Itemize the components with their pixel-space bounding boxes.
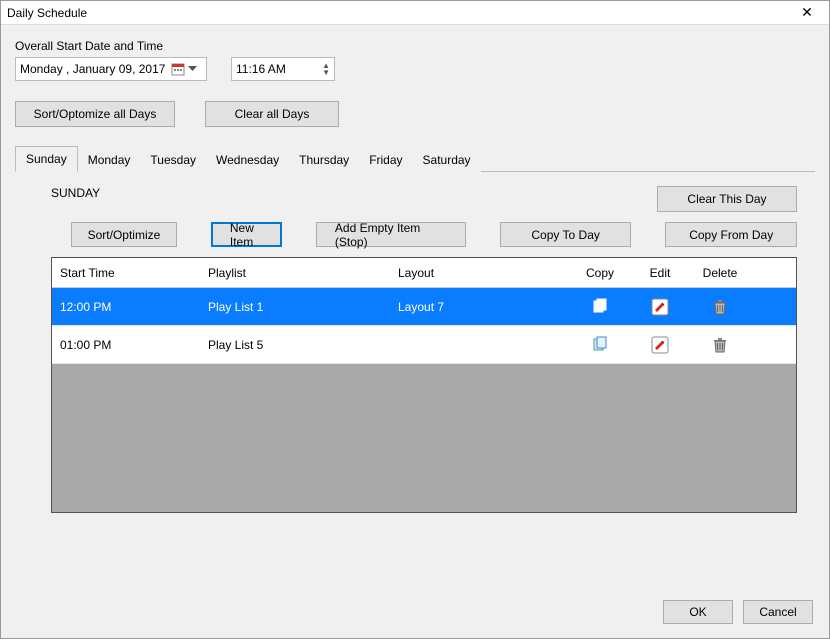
calendar-icon: [170, 61, 186, 77]
tab-tuesday[interactable]: Tuesday: [140, 148, 206, 172]
col-edit: Edit: [630, 258, 690, 287]
cell-playlist: Play List 5: [200, 326, 390, 363]
delete-icon[interactable]: [690, 326, 750, 363]
window-title: Daily Schedule: [7, 6, 791, 20]
day-tabs: SundayMondayTuesdayWednesdayThursdayFrid…: [15, 145, 815, 172]
cell-playlist: Play List 1: [200, 288, 390, 325]
tab-wednesday[interactable]: Wednesday: [206, 148, 289, 172]
tab-thursday[interactable]: Thursday: [289, 148, 359, 172]
edit-icon[interactable]: [630, 288, 690, 325]
clear-this-day-button[interactable]: Clear This Day: [657, 186, 797, 212]
edit-icon[interactable]: [630, 326, 690, 363]
cell-layout: [390, 326, 570, 363]
tab-saturday[interactable]: Saturday: [413, 148, 481, 172]
spinner-icon: ▲▼: [322, 62, 330, 76]
overall-row: Monday , January 09, 2017 11:16 AM ▲▼: [15, 57, 815, 81]
cancel-button[interactable]: Cancel: [743, 600, 813, 624]
date-value: Monday , January 09, 2017: [20, 62, 165, 76]
cell-layout: Layout 7: [390, 288, 570, 325]
copy-to-day-button[interactable]: Copy To Day: [500, 222, 632, 247]
table-row[interactable]: 01:00 PMPlay List 5: [52, 326, 796, 364]
cell-start: 12:00 PM: [52, 288, 200, 325]
col-start: Start Time: [52, 258, 200, 287]
schedule-grid: Start Time Playlist Layout Copy Edit Del…: [51, 257, 797, 513]
sort-all-days-button[interactable]: Sort/Optomize all Days: [15, 101, 175, 127]
day-actions: Sort/Optimize New Item Add Empty Item (S…: [51, 222, 797, 247]
ok-button[interactable]: OK: [663, 600, 733, 624]
dialog-footer: OK Cancel: [1, 590, 829, 638]
day-header: SUNDAY Clear This Day: [51, 186, 797, 212]
time-value: 11:16 AM: [236, 62, 286, 76]
col-delete: Delete: [690, 258, 750, 287]
content-area: Overall Start Date and Time Monday , Jan…: [1, 25, 829, 590]
date-picker[interactable]: Monday , January 09, 2017: [15, 57, 207, 81]
grid-header: Start Time Playlist Layout Copy Edit Del…: [52, 258, 796, 288]
overall-label: Overall Start Date and Time: [15, 39, 815, 53]
copy-icon[interactable]: [570, 326, 630, 363]
global-toolbar: Sort/Optomize all Days Clear all Days: [15, 101, 815, 127]
cell-start: 01:00 PM: [52, 326, 200, 363]
dialog-window: Daily Schedule ✕ Overall Start Date and …: [0, 0, 830, 639]
chevron-down-icon: [188, 66, 202, 72]
delete-icon[interactable]: [690, 288, 750, 325]
time-picker[interactable]: 11:16 AM ▲▼: [231, 57, 335, 81]
copy-icon[interactable]: [570, 288, 630, 325]
clear-all-days-button[interactable]: Clear all Days: [205, 101, 339, 127]
copy-from-day-button[interactable]: Copy From Day: [665, 222, 797, 247]
add-empty-item-button[interactable]: Add Empty Item (Stop): [316, 222, 466, 247]
sort-optimize-button[interactable]: Sort/Optimize: [71, 222, 177, 247]
col-playlist: Playlist: [200, 258, 390, 287]
new-item-button[interactable]: New Item: [211, 222, 282, 247]
close-icon[interactable]: ✕: [791, 4, 823, 21]
tab-sunday[interactable]: Sunday: [15, 146, 78, 172]
table-row[interactable]: 12:00 PMPlay List 1Layout 7: [52, 288, 796, 326]
tab-friday[interactable]: Friday: [359, 148, 412, 172]
col-copy: Copy: [570, 258, 630, 287]
col-layout: Layout: [390, 258, 570, 287]
tab-monday[interactable]: Monday: [78, 148, 141, 172]
tab-panel: SUNDAY Clear This Day Sort/Optimize New …: [15, 172, 815, 590]
day-title: SUNDAY: [51, 186, 100, 200]
titlebar: Daily Schedule ✕: [1, 1, 829, 25]
